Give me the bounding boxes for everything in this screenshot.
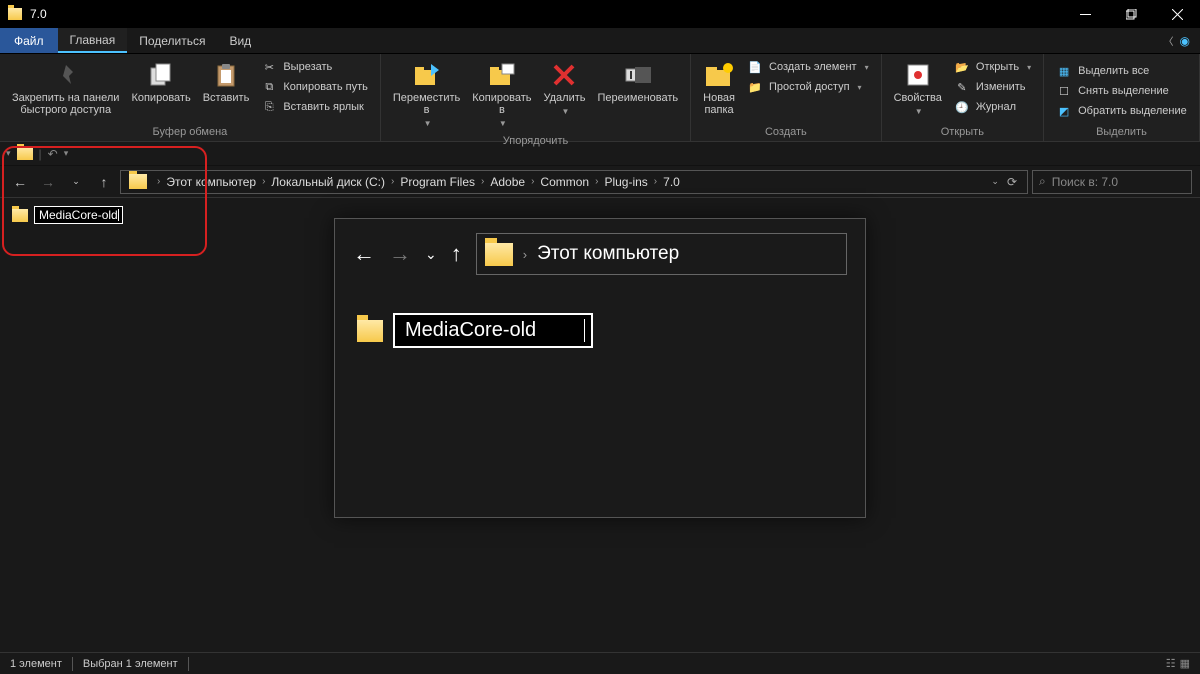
annotation-highlight	[2, 146, 207, 256]
history-button[interactable]: 🕘Журнал	[952, 98, 1033, 116]
move-label: Переместить в	[393, 92, 460, 116]
open-button[interactable]: 📂Открыть ▾	[952, 58, 1033, 76]
close-button[interactable]	[1154, 0, 1200, 28]
properties-button[interactable]: Свойства▼	[888, 56, 948, 122]
minimize-button[interactable]	[1062, 0, 1108, 28]
chevron-icon[interactable]: ›	[591, 176, 602, 187]
select-group-label: Выделить	[1050, 125, 1193, 139]
back-icon: ←	[353, 241, 375, 267]
search-input[interactable]: ⌕ Поиск в: 7.0	[1032, 170, 1192, 194]
copypath-button[interactable]: ⧉Копировать путь	[259, 78, 370, 96]
chevron-icon[interactable]: ›	[258, 176, 269, 187]
up-icon: ↑	[451, 241, 462, 267]
search-placeholder: Поиск в: 7.0	[1052, 175, 1118, 189]
copyto-button[interactable]: Копировать в ▼	[466, 56, 537, 134]
zoom-breadcrumb: Этот компьютер	[537, 243, 679, 265]
copy-button[interactable]: Копировать	[125, 56, 196, 108]
chevron-icon[interactable]: ›	[477, 176, 488, 187]
organize-group-label: Упорядочить	[387, 134, 684, 148]
titlebar: 7.0	[0, 0, 1200, 28]
icons-view-icon[interactable]: ▦	[1180, 657, 1190, 670]
paste-shortcut-button[interactable]: ⎘Вставить ярлык	[259, 98, 370, 116]
new-item-button[interactable]: 📄Создать элемент ▾	[745, 58, 871, 76]
chevron-icon: ›	[523, 247, 527, 262]
chevron-icon[interactable]: ›	[650, 176, 661, 187]
new-folder-label: Новая папка	[703, 92, 735, 116]
new-folder-button[interactable]: Новая папка	[697, 56, 741, 120]
copy-label: Копировать	[131, 92, 190, 104]
window-title: 7.0	[30, 7, 47, 21]
file-menu[interactable]: Файл	[0, 28, 58, 53]
pin-button[interactable]: Закрепить на панели быстрого доступа	[6, 56, 125, 120]
select-none-button[interactable]: ☐Снять выделение	[1054, 82, 1189, 100]
help-icon[interactable]: ◉	[1180, 34, 1190, 48]
chevron-icon[interactable]: ›	[387, 176, 398, 187]
tab-view[interactable]: Вид	[217, 28, 263, 53]
search-icon: ⌕	[1039, 174, 1046, 189]
rename-button[interactable]: Переименовать	[591, 56, 684, 108]
ribbon: Закрепить на панели быстрого доступа Коп…	[0, 54, 1200, 142]
breadcrumb-item[interactable]: Adobe	[488, 175, 527, 189]
breadcrumb-item[interactable]: Локальный диск (C:)	[269, 175, 387, 189]
move-button[interactable]: Переместить в ▼	[387, 56, 466, 134]
breadcrumb-item[interactable]: Common	[538, 175, 591, 189]
pin-label: Закрепить на панели быстрого доступа	[12, 92, 119, 116]
forward-icon: →	[389, 241, 411, 267]
rename-label: Переименовать	[597, 92, 678, 104]
paste-label: Вставить	[203, 92, 250, 104]
item-count: 1 элемент	[10, 658, 62, 670]
new-group-label: Создать	[697, 125, 874, 139]
chevron-icon[interactable]: ›	[527, 176, 538, 187]
dropdown-icon[interactable]: ⌄	[991, 176, 999, 187]
cut-button[interactable]: ✂Вырезать	[259, 58, 370, 76]
zoom-rename-input: MediaCore-old	[393, 313, 593, 348]
folder-icon	[485, 243, 513, 266]
details-view-icon[interactable]: ☷	[1166, 657, 1176, 670]
copyto-label: Копировать в	[472, 92, 531, 116]
tab-share[interactable]: Поделиться	[127, 28, 217, 53]
folder-icon	[8, 8, 22, 20]
open-group-label: Открыть	[888, 125, 1038, 139]
breadcrumb-item[interactable]: 7.0	[661, 175, 682, 189]
maximize-button[interactable]	[1108, 0, 1154, 28]
chevron-down-icon: ⌄	[425, 246, 437, 263]
properties-label: Свойства	[894, 92, 942, 104]
edit-button[interactable]: ✎Изменить	[952, 78, 1033, 96]
refresh-icon[interactable]: ⟳	[1007, 175, 1017, 189]
zoom-callout: ← → ⌄ ↑ › Этот компьютер MediaCore-old	[334, 218, 866, 518]
delete-button[interactable]: Удалить▼	[537, 56, 591, 122]
invert-selection-button[interactable]: ◩Обратить выделение	[1054, 102, 1189, 120]
tab-home[interactable]: Главная	[58, 28, 128, 53]
easy-access-button[interactable]: 📁Простой доступ ▾	[745, 78, 871, 96]
breadcrumb-item[interactable]: Plug-ins	[602, 175, 649, 189]
zoom-folder-item: MediaCore-old	[357, 313, 865, 348]
folder-icon	[357, 320, 383, 342]
zoom-address-bar: › Этот компьютер	[476, 233, 847, 275]
breadcrumb-item[interactable]: Program Files	[398, 175, 477, 189]
delete-label: Удалить	[543, 92, 585, 104]
ribbon-expand-icon[interactable]: 〈	[1164, 33, 1174, 48]
select-all-button[interactable]: ▦Выделить все	[1054, 62, 1189, 80]
ribbon-tabs: Файл Главная Поделиться Вид 〈 ◉	[0, 28, 1200, 54]
paste-button[interactable]: Вставить	[197, 56, 256, 108]
clipboard-group-label: Буфер обмена	[6, 125, 374, 139]
status-bar: 1 элемент Выбран 1 элемент ☷ ▦	[0, 652, 1200, 674]
address-bar[interactable]: › Этот компьютер › Локальный диск (C:) ›…	[120, 170, 1028, 194]
selection-count: Выбран 1 элемент	[83, 658, 178, 670]
